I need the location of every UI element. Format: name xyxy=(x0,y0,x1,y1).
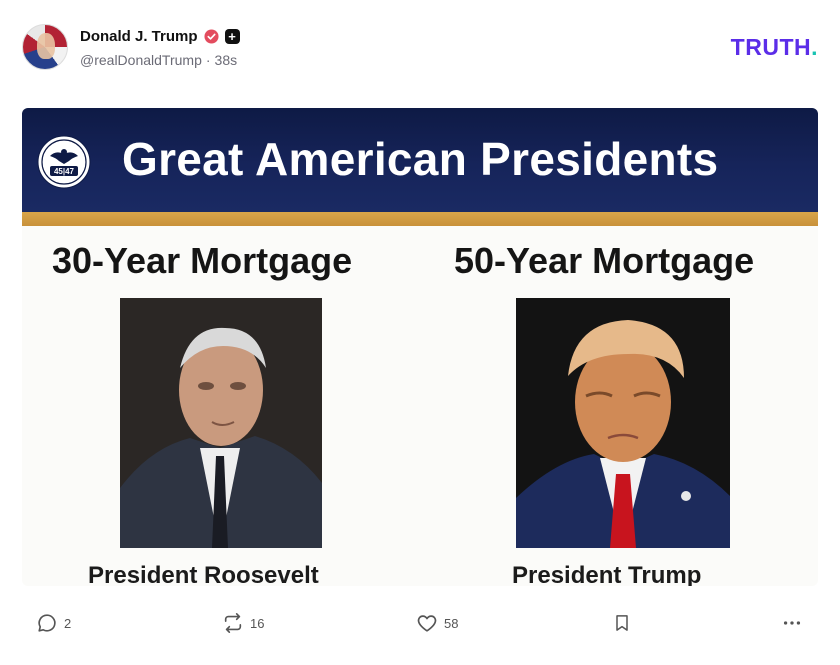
post-action-bar: 2 16 58 xyxy=(22,610,818,640)
reply-count: 2 xyxy=(64,615,72,631)
author-name-row: Donald J. Trump + xyxy=(80,26,240,46)
reply-icon xyxy=(38,614,56,632)
poster-gold-stripe xyxy=(22,212,818,226)
display-name[interactable]: Donald J. Trump xyxy=(80,28,198,45)
bookmark-button[interactable] xyxy=(612,612,632,634)
more-icon xyxy=(783,621,801,625)
retruth-button[interactable]: 16 xyxy=(222,612,264,634)
bookmark-icon xyxy=(616,615,628,631)
trump-portrait xyxy=(516,298,730,548)
meta-separator: · xyxy=(205,52,211,68)
retruth-count: 16 xyxy=(250,615,265,631)
author-handle[interactable]: @realDonaldTrump xyxy=(80,52,202,68)
right-caption: President Trump xyxy=(512,562,702,586)
seal-text: 45|47 xyxy=(54,167,75,176)
like-button[interactable]: 58 xyxy=(416,612,458,634)
author-meta: @realDonaldTrump · 38s xyxy=(80,52,237,68)
verified-badge-icon xyxy=(203,28,219,44)
avatar[interactable] xyxy=(22,24,68,70)
truth-logo-text: TRUTH xyxy=(730,34,812,60)
poster-title: Great American Presidents xyxy=(122,133,719,185)
right-heading: 50-Year Mortgage xyxy=(454,240,755,281)
left-heading: 30-Year Mortgage xyxy=(52,240,353,281)
plus-badge-icon: + xyxy=(224,28,240,44)
truth-logo-dot: . xyxy=(811,34,818,60)
reply-button[interactable]: 2 xyxy=(36,612,71,634)
roosevelt-portrait xyxy=(120,298,322,548)
truth-logo[interactable]: TRUTH. xyxy=(731,34,818,61)
heart-icon xyxy=(417,615,437,632)
post-header: Donald J. Trump + @realDonaldTrump · 38s… xyxy=(22,22,818,74)
retruth-icon xyxy=(224,613,242,633)
post-timestamp[interactable]: 38s xyxy=(215,52,238,68)
post-image[interactable]: 45|47 Great American Presidents 30-Year … xyxy=(22,108,818,586)
more-options-button[interactable] xyxy=(780,612,804,634)
left-caption: President Roosevelt xyxy=(88,562,319,586)
like-count: 58 xyxy=(444,615,459,631)
presidential-seal-icon: 45|47 xyxy=(37,135,91,189)
